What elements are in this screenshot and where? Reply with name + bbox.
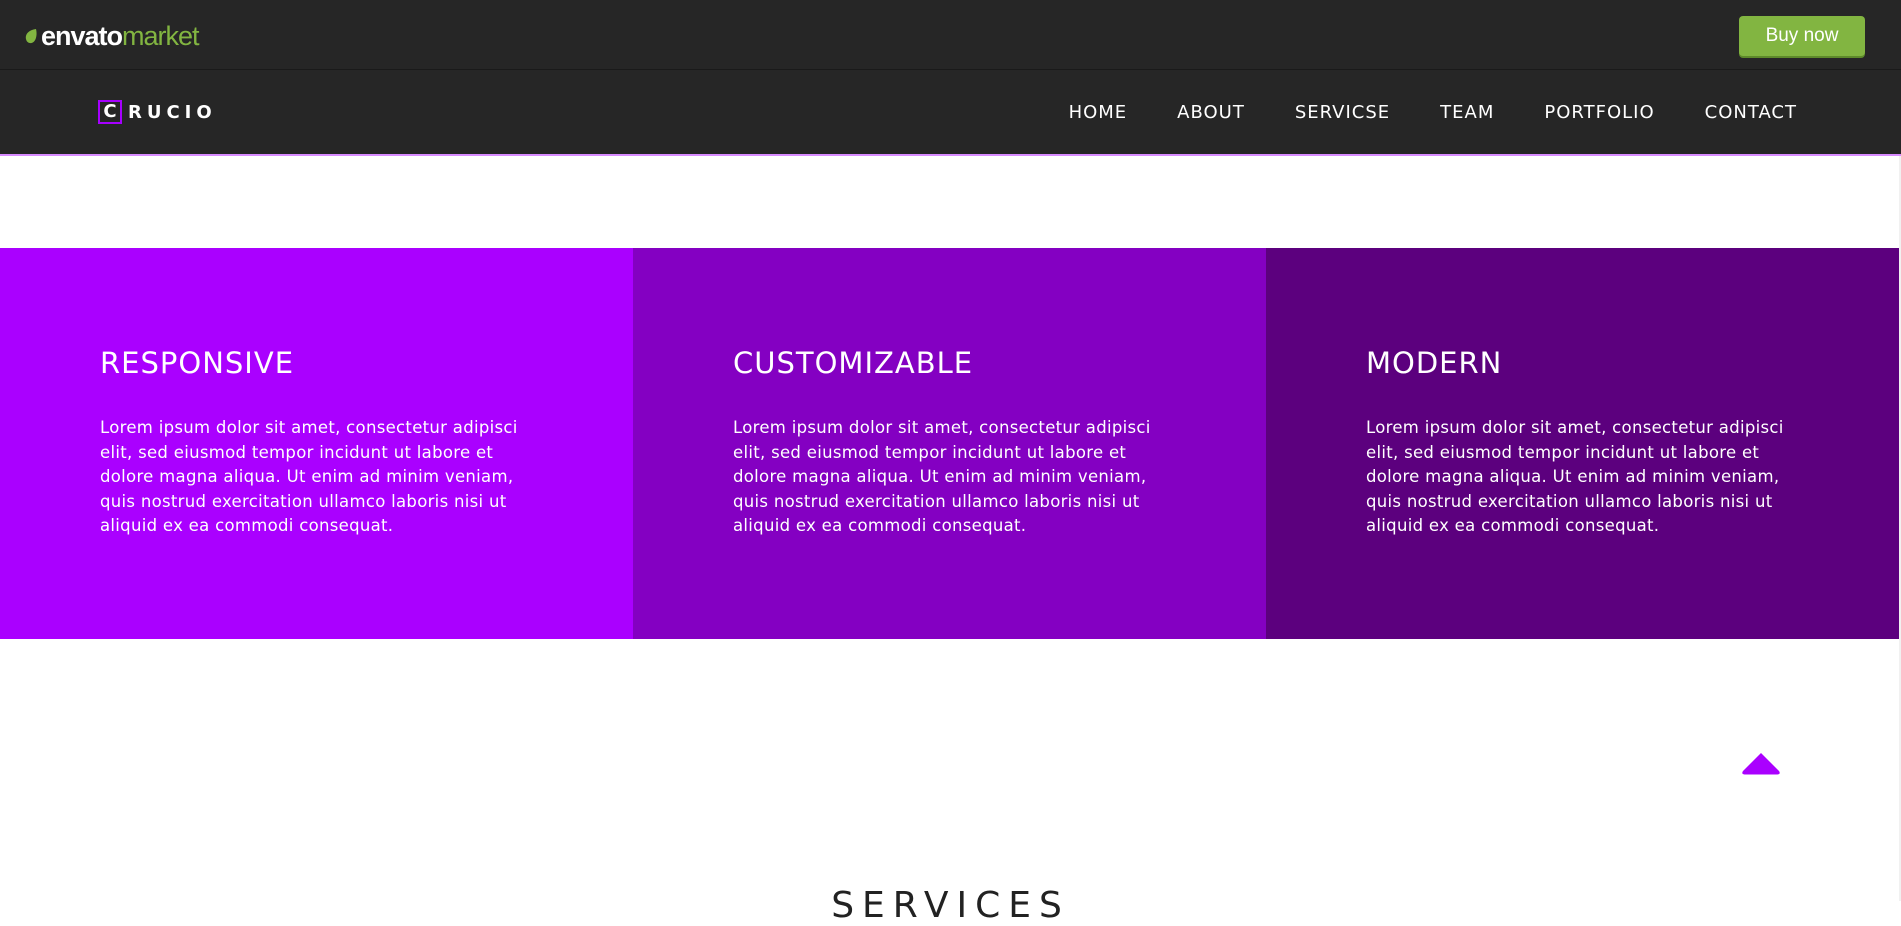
feature-description: Lorem ipsum dolor sit amet, consectetur … — [1366, 418, 1784, 535]
feature-title: RESPONSIVE — [100, 346, 295, 380]
nav-item-home[interactable]: HOME — [1069, 100, 1128, 126]
envato-wordmark: envatomarket — [41, 20, 200, 52]
envato-brand-text: envato — [41, 21, 123, 51]
nav-item-team[interactable]: TEAM — [1440, 100, 1494, 126]
feature-modern: MODERN Lorem ipsum dolor sit amet, conse… — [1266, 248, 1899, 639]
logo-letter-box: C — [98, 100, 122, 124]
feature-responsive: RESPONSIVE Lorem ipsum dolor sit amet, c… — [0, 248, 633, 639]
main-nav: HOME ABOUT SERVICSE TEAM PORTFOLIO CONTA… — [1019, 100, 1797, 126]
feature-description: Lorem ipsum dolor sit amet, consectetur … — [100, 418, 518, 535]
site-logo[interactable]: C RUCIO — [98, 100, 217, 124]
site-header: C RUCIO HOME ABOUT SERVICSE TEAM PORTFOL… — [0, 70, 1901, 156]
envato-market-text: market — [122, 21, 200, 51]
nav-item-services[interactable]: SERVICSE — [1295, 100, 1390, 126]
nav-item-contact[interactable]: CONTACT — [1705, 100, 1797, 126]
nav-item-portfolio[interactable]: PORTFOLIO — [1544, 100, 1654, 126]
chevron-up-icon[interactable] — [1740, 750, 1782, 780]
feature-description: Lorem ipsum dolor sit amet, consectetur … — [733, 418, 1151, 535]
leaf-icon — [25, 29, 37, 44]
envato-top-bar: envatomarket Buy now — [0, 0, 1901, 70]
feature-title: MODERN — [1366, 346, 1503, 380]
feature-customizable: CUSTOMIZABLE Lorem ipsum dolor sit amet,… — [633, 248, 1266, 639]
nav-item-about[interactable]: ABOUT — [1177, 100, 1245, 126]
envato-market-logo[interactable]: envatomarket — [24, 20, 200, 52]
logo-text: RUCIO — [128, 101, 217, 123]
services-heading: SERVICES — [831, 885, 1070, 926]
buy-now-button[interactable]: Buy now — [1739, 16, 1865, 56]
features-section: RESPONSIVE Lorem ipsum dolor sit amet, c… — [0, 248, 1899, 639]
feature-title: CUSTOMIZABLE — [733, 346, 974, 380]
